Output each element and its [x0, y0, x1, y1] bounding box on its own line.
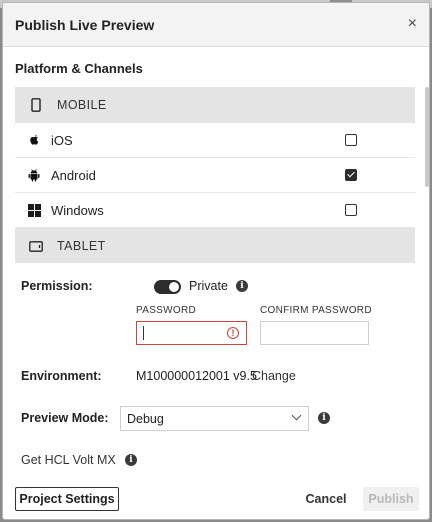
- confirm-password-label: CONFIRM PASSWORD: [260, 305, 372, 316]
- group-mobile[interactable]: MOBILE: [15, 87, 415, 123]
- group-label: TABLET: [57, 239, 106, 253]
- windows-checkbox[interactable]: [345, 204, 357, 216]
- preview-mode-label: Preview Mode:: [21, 411, 109, 425]
- android-checkbox[interactable]: [345, 169, 357, 181]
- publish-dialog: Publish Live Preview × Platform & Channe…: [2, 2, 430, 520]
- platform-channels-label: Platform & Channels: [15, 61, 143, 76]
- group-label: MOBILE: [57, 98, 107, 112]
- tablet-icon: [29, 239, 43, 253]
- publish-button[interactable]: Publish: [363, 487, 419, 511]
- environment-label: Environment:: [21, 369, 102, 383]
- cancel-button[interactable]: Cancel: [302, 487, 350, 511]
- platform-item-windows[interactable]: Windows: [15, 193, 415, 228]
- environment-value: M100000012001 v9.5: [136, 369, 257, 383]
- project-settings-button[interactable]: Project Settings: [15, 487, 119, 511]
- android-icon: [27, 168, 41, 182]
- platform-label: iOS: [51, 132, 73, 148]
- text-caret: [143, 326, 144, 340]
- chevron-down-icon: [291, 410, 302, 421]
- platform-item-ios[interactable]: iOS: [15, 123, 415, 158]
- dialog-title: Publish Live Preview: [15, 17, 155, 33]
- mobile-phone-icon: [29, 98, 43, 112]
- platform-item-android[interactable]: Android: [15, 158, 415, 193]
- private-label: Private: [189, 279, 228, 293]
- preview-mode-select[interactable]: Debug: [120, 406, 309, 431]
- close-icon[interactable]: ×: [408, 15, 417, 33]
- get-hcl-volt-mx-link[interactable]: Get HCL Volt MX: [21, 453, 116, 467]
- private-toggle[interactable]: [154, 280, 181, 294]
- toggle-knob: [169, 282, 179, 292]
- permission-info-icon[interactable]: i: [236, 280, 248, 292]
- platform-label: Windows: [51, 202, 104, 218]
- password-input[interactable]: !: [136, 321, 247, 345]
- apple-icon: [27, 133, 41, 147]
- permission-label: Permission:: [21, 279, 93, 293]
- platform-label: Android: [51, 167, 96, 183]
- dialog-header: Publish Live Preview ×: [3, 3, 429, 47]
- ios-checkbox[interactable]: [345, 134, 357, 146]
- environment-change-link[interactable]: Change: [252, 369, 296, 383]
- platform-list-scrollbar[interactable]: [425, 87, 429, 187]
- confirm-password-input[interactable]: [260, 321, 369, 345]
- preview-mode-value: Debug: [127, 412, 164, 426]
- platform-list[interactable]: MOBILE iOS Android Windows TABLET: [15, 87, 415, 263]
- password-label: PASSWORD: [136, 305, 196, 316]
- get-hcl-info-icon[interactable]: i: [125, 454, 137, 466]
- windows-icon: [27, 203, 41, 217]
- error-icon: !: [227, 327, 239, 339]
- group-tablet[interactable]: TABLET: [15, 228, 415, 263]
- preview-mode-info-icon[interactable]: i: [318, 412, 330, 424]
